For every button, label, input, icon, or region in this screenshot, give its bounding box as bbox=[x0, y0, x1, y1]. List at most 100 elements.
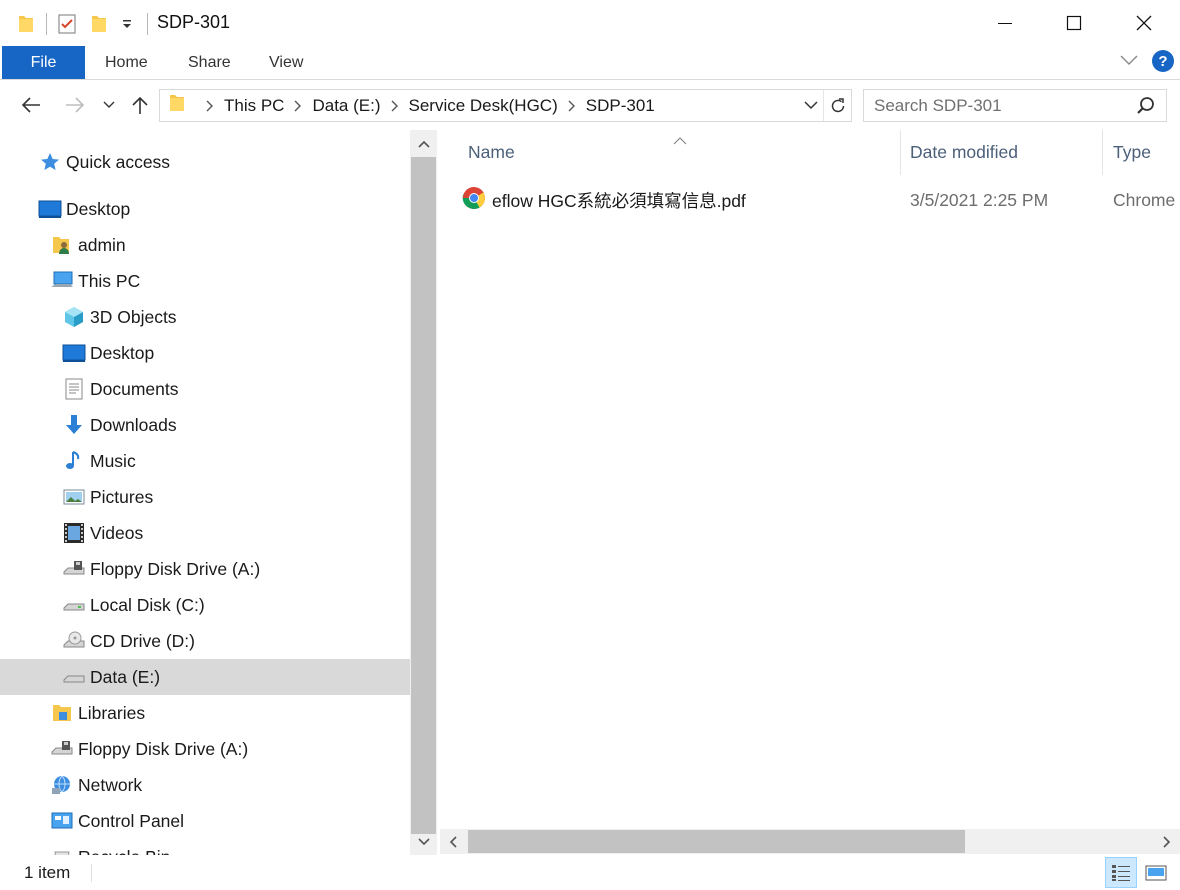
title-bar: SDP-301 bbox=[0, 0, 1180, 46]
address-history-dropdown[interactable] bbox=[803, 96, 819, 119]
nav-item-label: Pictures bbox=[90, 486, 154, 507]
recent-locations-button[interactable] bbox=[100, 92, 118, 118]
nav-item-recycle-bin[interactable]: Recycle Bin bbox=[0, 839, 410, 855]
folder-icon bbox=[168, 93, 186, 118]
file-list-horizontal-scrollbar[interactable] bbox=[440, 829, 1180, 854]
expand-ribbon-button[interactable] bbox=[1120, 51, 1138, 71]
nav-item-network[interactable]: Network bbox=[0, 767, 410, 803]
nav-item-control-panel[interactable]: Control Panel bbox=[0, 803, 410, 839]
details-view-button[interactable] bbox=[1105, 857, 1137, 888]
nav-item-admin[interactable]: admin bbox=[0, 227, 410, 263]
nav-item-label: Floppy Disk Drive (A:) bbox=[78, 738, 249, 759]
nav-item-label: admin bbox=[78, 234, 126, 255]
nav-item-data-e[interactable]: Data (E:) bbox=[0, 659, 410, 695]
nav-item-libraries[interactable]: Libraries bbox=[0, 695, 410, 731]
tab-file[interactable]: File bbox=[2, 46, 85, 79]
chevron-right-icon[interactable] bbox=[568, 100, 576, 112]
address-bar[interactable]: This PC Data (E:) Service Desk(HGC) SDP-… bbox=[159, 89, 852, 122]
new-folder-icon[interactable] bbox=[85, 11, 113, 37]
customize-toolbar-dropdown-icon[interactable] bbox=[113, 11, 141, 37]
scrollbar-thumb[interactable] bbox=[468, 830, 965, 853]
nav-pane-scrollbar[interactable] bbox=[410, 130, 437, 855]
column-divider[interactable] bbox=[900, 130, 901, 175]
minimize-button[interactable] bbox=[970, 0, 1040, 46]
scroll-left-arrow-icon[interactable] bbox=[440, 829, 466, 854]
toolbar-divider bbox=[147, 13, 148, 35]
breadcrumb-service-desk[interactable]: Service Desk(HGC) bbox=[409, 96, 558, 116]
quick-access-toolbar bbox=[12, 11, 154, 37]
column-divider[interactable] bbox=[1102, 130, 1103, 175]
quick-access-star-icon bbox=[38, 150, 62, 174]
documents-icon bbox=[62, 377, 86, 401]
chevron-down-icon bbox=[103, 101, 115, 108]
details-view-icon bbox=[1112, 864, 1130, 881]
nav-item-3d-objects[interactable]: 3D Objects bbox=[0, 299, 410, 335]
arrow-right-icon bbox=[66, 97, 85, 113]
window-title: SDP-301 bbox=[157, 12, 231, 32]
help-icon[interactable]: ? bbox=[1152, 50, 1174, 72]
libraries-icon bbox=[50, 701, 74, 725]
scroll-right-arrow-icon[interactable] bbox=[1154, 829, 1180, 854]
folder-app-icon[interactable] bbox=[12, 11, 40, 37]
large-icons-view-button[interactable] bbox=[1140, 857, 1172, 888]
properties-icon[interactable] bbox=[53, 11, 81, 37]
nav-item-label: Downloads bbox=[90, 414, 177, 435]
file-list-pane: Name Date modified Type eflow HGC系統必須填寫信… bbox=[440, 130, 1180, 855]
nav-item-floppy-a[interactable]: Floppy Disk Drive (A:) bbox=[0, 551, 410, 587]
scroll-up-arrow-icon[interactable] bbox=[410, 130, 437, 157]
breadcrumb-sdp-301[interactable]: SDP-301 bbox=[586, 96, 655, 116]
file-row[interactable]: eflow HGC系統必須填寫信息.pdf 3/5/2021 2:25 PM C… bbox=[462, 182, 1180, 218]
chevron-right-icon[interactable] bbox=[391, 100, 399, 112]
recycle-bin-icon bbox=[50, 845, 74, 855]
floppy-drive-icon bbox=[50, 737, 74, 761]
minimize-icon bbox=[998, 23, 1012, 24]
breadcrumb-this-pc[interactable]: This PC bbox=[224, 96, 284, 116]
arrow-left-icon bbox=[21, 97, 40, 113]
network-icon bbox=[50, 773, 74, 797]
search-box[interactable] bbox=[863, 89, 1167, 122]
nav-item-label: Quick access bbox=[66, 151, 171, 172]
scrollbar-thumb[interactable] bbox=[411, 157, 436, 834]
nav-item-music[interactable]: Music bbox=[0, 443, 410, 479]
up-button[interactable] bbox=[128, 92, 152, 118]
nav-item-local-disk-c[interactable]: Local Disk (C:) bbox=[0, 587, 410, 623]
nav-item-desktop[interactable]: Desktop bbox=[0, 191, 410, 227]
nav-item-floppy-a-root[interactable]: Floppy Disk Drive (A:) bbox=[0, 731, 410, 767]
chevron-right-icon[interactable] bbox=[206, 100, 214, 112]
back-button[interactable] bbox=[18, 92, 44, 118]
tab-home[interactable]: Home bbox=[105, 46, 148, 79]
column-header-type[interactable]: Type bbox=[1113, 130, 1180, 175]
nav-item-label: Control Panel bbox=[78, 810, 185, 831]
close-button[interactable] bbox=[1109, 0, 1179, 46]
nav-item-label: Libraries bbox=[78, 702, 146, 723]
nav-item-videos[interactable]: Videos bbox=[0, 515, 410, 551]
refresh-icon bbox=[831, 97, 844, 112]
nav-item-label: Data (E:) bbox=[90, 666, 161, 687]
nav-item-documents[interactable]: Documents bbox=[0, 371, 410, 407]
3d-objects-icon bbox=[62, 305, 86, 329]
close-icon bbox=[1136, 15, 1152, 31]
nav-item-cd-drive-d[interactable]: CD Drive (D:) bbox=[0, 623, 410, 659]
maximize-button[interactable] bbox=[1039, 0, 1109, 46]
nav-item-this-pc[interactable]: This PC bbox=[0, 263, 410, 299]
nav-item-downloads[interactable]: Downloads bbox=[0, 407, 410, 443]
file-name: eflow HGC系統必須填寫信息.pdf bbox=[492, 190, 746, 211]
status-divider bbox=[91, 864, 92, 882]
nav-item-label: This PC bbox=[78, 270, 141, 291]
tab-share[interactable]: Share bbox=[188, 46, 231, 79]
nav-item-desktop-pc[interactable]: Desktop bbox=[0, 335, 410, 371]
column-header-name[interactable]: Name bbox=[468, 130, 898, 175]
refresh-button[interactable] bbox=[823, 90, 851, 121]
forward-button[interactable] bbox=[62, 92, 88, 118]
tab-view[interactable]: View bbox=[269, 46, 303, 79]
column-header-date-modified[interactable]: Date modified bbox=[910, 130, 1100, 175]
nav-item-quick-access[interactable]: Quick access bbox=[0, 144, 410, 180]
breadcrumb-data-e[interactable]: Data (E:) bbox=[312, 96, 380, 116]
nav-item-pictures[interactable]: Pictures bbox=[0, 479, 410, 515]
search-input[interactable] bbox=[874, 95, 1124, 116]
scroll-down-arrow-icon[interactable] bbox=[410, 828, 437, 855]
chevron-right-icon[interactable] bbox=[294, 100, 302, 112]
data-drive-icon bbox=[62, 665, 86, 689]
pictures-icon bbox=[62, 485, 86, 509]
search-icon[interactable] bbox=[1136, 96, 1156, 121]
